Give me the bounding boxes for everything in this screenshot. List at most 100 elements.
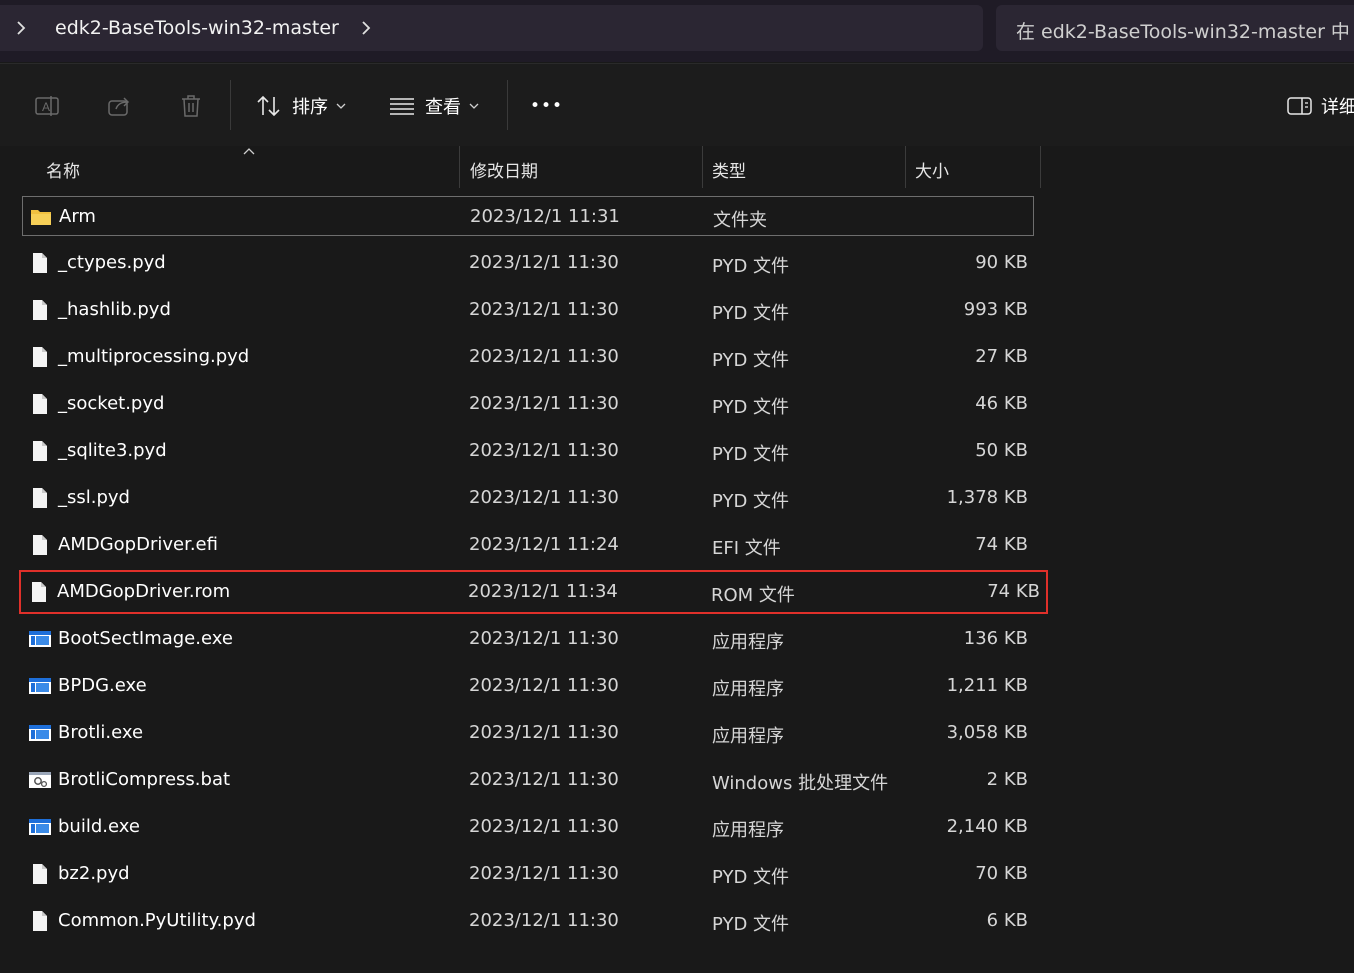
file-date: 2023/12/1 11:30 xyxy=(469,863,619,884)
file-size: 27 KB xyxy=(975,346,1028,367)
file-type: 应用程序 xyxy=(712,726,784,747)
file-name: Arm xyxy=(59,206,96,227)
file-list: 名称 修改日期 类型 大小 Arm 2023/12/1 11:31 文件夹 _ctyp… xyxy=(0,146,1354,973)
file-size: 70 KB xyxy=(975,863,1028,884)
details-pane-button[interactable]: 详细 xyxy=(1287,91,1354,121)
exe-icon xyxy=(29,678,51,694)
column-header-size[interactable]: 大小 xyxy=(915,157,949,182)
file-date: 2023/12/1 11:30 xyxy=(469,440,619,461)
file-name: BrotliCompress.bat xyxy=(58,769,231,790)
svg-text:A: A xyxy=(42,100,50,114)
delete-icon[interactable] xyxy=(178,93,204,119)
file-name: BootSectImage.exe xyxy=(58,628,233,649)
file-size: 46 KB xyxy=(975,393,1028,414)
more-icon: ••• xyxy=(530,96,564,116)
column-header-row: 名称 修改日期 类型 大小 xyxy=(0,146,1354,188)
command-bar: A 排序 查看 ••• 详细 xyxy=(0,63,1354,147)
file-size: 993 KB xyxy=(963,299,1028,320)
exe-icon xyxy=(29,631,51,647)
batch-file-icon xyxy=(29,772,51,788)
search-box[interactable]: 在 edk2-BaseTools-win32-master 中 xyxy=(996,5,1354,51)
file-date: 2023/12/1 11:30 xyxy=(469,722,619,743)
file-row[interactable]: Common.PyUtility.pyd 2023/12/1 11:30 PYD 文… xyxy=(22,901,1034,941)
breadcrumb-folder[interactable]: edk2-BaseTools-win32-master xyxy=(55,17,339,39)
file-size: 74 KB xyxy=(987,581,1040,602)
file-date: 2023/12/1 11:24 xyxy=(469,534,619,555)
file-name: _multiprocessing.pyd xyxy=(58,346,250,367)
file-row[interactable]: AMDGopDriver.efi 2023/12/1 11:24 EFI 文件 74 … xyxy=(22,525,1034,565)
chevron-right-icon[interactable] xyxy=(12,19,30,37)
more-options-button[interactable]: ••• xyxy=(530,91,563,121)
file-type: PYD 文件 xyxy=(712,397,790,418)
file-row[interactable]: build.exe 2023/12/1 11:30 应用程序 2,140 KB xyxy=(22,807,1034,847)
chevron-down-icon xyxy=(336,103,346,109)
share-icon[interactable] xyxy=(106,93,132,119)
file-row[interactable]: AMDGopDriver.rom 2023/12/1 11:34 ROM 文件 74 … xyxy=(19,570,1048,614)
folder-icon xyxy=(31,210,51,225)
column-header-name[interactable]: 名称 xyxy=(46,157,80,182)
sort-label: 排序 xyxy=(292,97,328,118)
file-name: _ctypes.pyd xyxy=(58,252,166,273)
column-divider[interactable] xyxy=(702,146,703,188)
file-type: 应用程序 xyxy=(712,679,784,700)
toolbar-divider xyxy=(230,80,231,130)
file-row[interactable]: _ssl.pyd 2023/12/1 11:30 PYD 文件 1,378 KB xyxy=(22,478,1034,518)
sort-ascending-icon xyxy=(243,148,255,155)
file-type: EFI 文件 xyxy=(712,538,781,559)
folder-row[interactable]: Arm 2023/12/1 11:31 文件夹 xyxy=(22,196,1034,236)
file-date: 2023/12/1 11:30 xyxy=(469,346,619,367)
file-icon xyxy=(33,300,47,320)
column-header-date[interactable]: 修改日期 xyxy=(470,157,538,182)
file-name: _sqlite3.pyd xyxy=(58,440,167,461)
view-button[interactable]: 查看 xyxy=(389,91,489,121)
file-row[interactable]: _sqlite3.pyd 2023/12/1 11:30 PYD 文件 50 KB xyxy=(22,431,1034,471)
file-icon xyxy=(33,394,47,414)
file-row[interactable]: BPDG.exe 2023/12/1 11:30 应用程序 1,211 KB xyxy=(22,666,1034,706)
file-row[interactable]: _ctypes.pyd 2023/12/1 11:30 PYD 文件 90 KB xyxy=(22,243,1034,283)
file-size: 136 KB xyxy=(963,628,1028,649)
file-row[interactable]: _socket.pyd 2023/12/1 11:30 PYD 文件 46 KB xyxy=(22,384,1034,424)
file-type: 应用程序 xyxy=(712,632,784,653)
file-date: 2023/12/1 11:30 xyxy=(469,252,619,273)
file-date: 2023/12/1 11:30 xyxy=(469,816,619,837)
file-icon xyxy=(33,347,47,367)
exe-icon xyxy=(29,819,51,835)
file-size: 2,140 KB xyxy=(946,816,1028,837)
column-header-type[interactable]: 类型 xyxy=(712,157,746,182)
file-row[interactable]: bz2.pyd 2023/12/1 11:30 PYD 文件 70 KB xyxy=(22,854,1034,894)
file-date: 2023/12/1 11:30 xyxy=(469,675,619,696)
chevron-down-icon xyxy=(469,103,479,109)
column-divider[interactable] xyxy=(459,146,460,188)
file-icon xyxy=(33,253,47,273)
file-row[interactable]: BrotliCompress.bat 2023/12/1 11:30 Windows… xyxy=(22,760,1034,800)
column-divider[interactable] xyxy=(905,146,906,188)
file-row[interactable]: _hashlib.pyd 2023/12/1 11:30 PYD 文件 993 KB xyxy=(22,290,1034,330)
file-date: 2023/12/1 11:30 xyxy=(469,299,619,320)
file-name: _hashlib.pyd xyxy=(58,299,171,320)
chevron-right-icon[interactable] xyxy=(357,19,375,37)
file-row[interactable]: Brotli.exe 2023/12/1 11:30 应用程序 3,058 KB xyxy=(22,713,1034,753)
title-bar: edk2-BaseTools-win32-master 在 edk2-BaseT… xyxy=(0,0,1354,62)
search-placeholder[interactable]: 在 edk2-BaseTools-win32-master 中 xyxy=(1016,17,1350,44)
column-divider[interactable] xyxy=(1040,146,1041,188)
sort-button[interactable]: 排序 xyxy=(256,91,356,121)
file-size: 50 KB xyxy=(975,440,1028,461)
file-type: 应用程序 xyxy=(712,820,784,841)
rename-icon[interactable]: A xyxy=(34,93,60,119)
file-icon xyxy=(33,535,47,555)
file-name: _ssl.pyd xyxy=(58,487,130,508)
toolbar-divider xyxy=(507,80,508,130)
file-type: PYD 文件 xyxy=(712,444,790,465)
file-date: 2023/12/1 11:34 xyxy=(468,581,618,602)
file-type: ROM 文件 xyxy=(711,585,795,606)
details-label: 详细 xyxy=(1321,97,1354,118)
file-name: AMDGopDriver.rom xyxy=(57,581,231,602)
file-name: AMDGopDriver.efi xyxy=(58,534,218,555)
file-row[interactable]: _multiprocessing.pyd 2023/12/1 11:30 PYD 文… xyxy=(22,337,1034,377)
file-row[interactable]: BootSectImage.exe 2023/12/1 11:30 应用程序 136 … xyxy=(22,619,1034,659)
file-icon xyxy=(32,582,46,602)
file-icon xyxy=(33,864,47,884)
file-size: 90 KB xyxy=(975,252,1028,273)
file-icon xyxy=(33,488,47,508)
address-bar[interactable]: edk2-BaseTools-win32-master xyxy=(0,5,983,51)
